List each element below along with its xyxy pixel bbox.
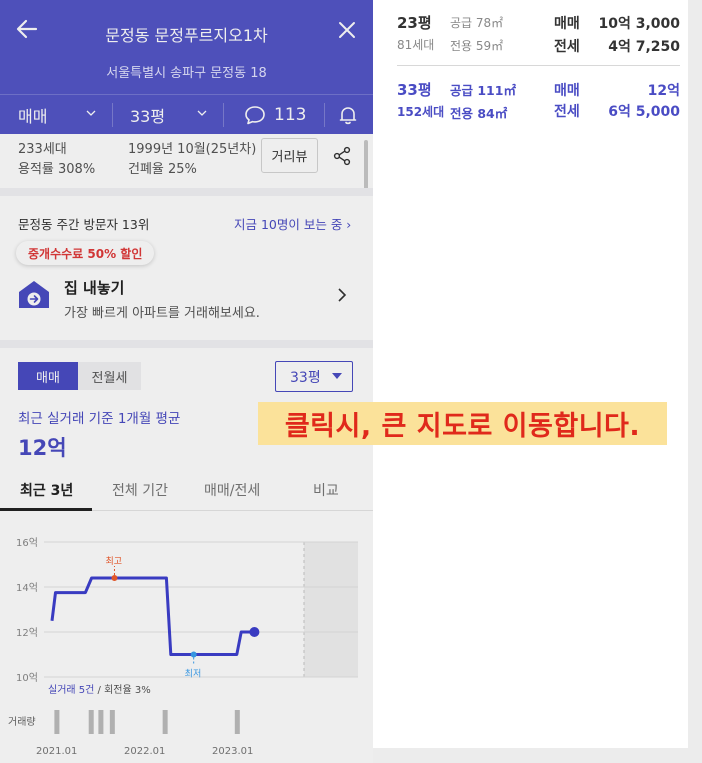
high-label: 최고 [105,556,122,567]
high-point [111,575,118,581]
supply-area: 공급 111㎡ [450,83,516,98]
size-dropdown[interactable]: 33평 [113,95,223,135]
complex-address: 서울특별시 송파구 문정동 18 [106,66,267,81]
pyeong-label: 33평 [397,81,432,99]
y-tick-label: 16억 [16,537,38,549]
x-tick-label: 2023.01 [212,746,253,757]
caret-down-icon [332,373,342,379]
building-coverage-ratio: 건폐율 25% [128,162,197,177]
size-row-selected[interactable]: 33평 152세대 공급 111㎡ 전용 84㎡ 매매 12억 전세 6억 5,… [373,74,688,124]
tab-rent[interactable]: 전월세 [78,362,141,390]
built-year: 1999년 10월(25년차) [128,142,257,157]
divider [324,103,325,127]
back-arrow-icon[interactable] [14,16,40,42]
row-divider [397,65,680,66]
volume-bar [162,710,168,734]
tab-all-period[interactable]: 전체 기간 [112,480,168,500]
household-label: 81세대 [397,38,435,52]
y-tick-label: 12억 [16,627,38,639]
comments-button[interactable]: 113 [224,95,324,135]
speech-bubble-icon [245,106,265,125]
street-view-button[interactable]: 거리뷰 [261,138,318,173]
trade-price: 10억 3,000 [598,16,680,32]
trade-label: 매매 [554,83,580,99]
average-price-value: 12억 [18,436,67,460]
list-property-title: 집 내놓기 [64,279,125,297]
bell-icon[interactable] [337,104,359,126]
house-icon [19,281,49,308]
low-point [190,651,197,658]
jeonse-price: 4억 7,250 [608,39,680,55]
household-label: 152세대 [397,105,445,119]
size-select-value: 33평 [290,369,321,386]
tab-compare[interactable]: 비교 [313,480,339,500]
size-row[interactable]: 23평 81세대 공급 78㎡ 전용 59㎡ 매매 10억 3,000 전세 4… [373,8,688,58]
low-label: 최저 [185,669,202,680]
pyeong-label: 23평 [397,14,432,32]
comment-count: 113 [274,105,307,125]
active-tab-indicator [0,508,92,511]
filter-bar: 매매 33평 113 [0,94,373,134]
trade-type-dropdown[interactable]: 매매 [0,95,112,135]
section-divider [0,340,373,348]
volume-bar [234,710,240,734]
trade-type-label: 매매 [18,107,48,126]
latest-point [249,627,260,637]
volume-bar [88,710,94,734]
fee-discount-badge: 중개수수료 50% 할인 [16,241,155,265]
exclusive-area: 전용 59㎡ [450,39,504,53]
size-select[interactable]: 33평 [275,361,353,392]
now-viewing-link[interactable]: 지금 10명이 보는 중 › [234,214,351,233]
complex-title: 문정동 문정푸르지오1차 [105,26,268,45]
weekly-visitor-rank: 문정동 주간 방문자 13위 [18,217,150,232]
turnover-rate: / 회전율 3% [94,684,150,696]
household-count: 233세대 [18,142,67,157]
price-chart[interactable]: 16억 14억 12억 10억 최고최저실거래 5건 / 회전율 3% 거래량 2021.0… [0,530,373,763]
section-divider [0,188,373,196]
volume-bar [109,710,115,734]
trade-price: 12억 [647,83,680,99]
average-price-label: 최근 실거래 기준 1개월 평균 [18,411,181,427]
chevron-right-icon [338,288,347,302]
y-tick-label: 10억 [16,672,38,684]
chevron-down-icon [86,110,96,116]
future-zone [304,542,358,677]
volume-bar [98,710,104,734]
y-tick-label: 14억 [16,582,38,594]
price-line [50,576,255,656]
list-property-subtitle: 가장 빠르게 아파트를 거래해보세요. [64,306,260,321]
tab-recent-3y[interactable]: 최근 3년 [20,480,73,500]
tab-sale-jeonse[interactable]: 매매/전세 [204,480,260,500]
size-price-panel: 23평 81세대 공급 78㎡ 전용 59㎡ 매매 10억 3,000 전세 4… [373,0,688,748]
volume-label: 거래량 [8,716,36,728]
close-icon[interactable] [337,20,357,40]
jeonse-label: 전세 [554,39,580,55]
trade-label: 매매 [554,16,580,32]
trade-count: 실거래 5건 [48,684,94,696]
volume-bar [54,710,60,734]
complex-detail-panel: 문정동 문정푸르지오1차 서울특별시 송파구 문정동 18 매매 33평 113 [0,0,373,763]
tab-sale[interactable]: 매매 [18,362,78,390]
x-tick-label: 2022.01 [124,746,165,757]
map-hint-callout[interactable]: 클릭시, 큰 지도로 이동합니다. [258,402,667,445]
x-tick-label: 2021.01 [36,746,77,757]
chevron-down-icon [197,110,207,116]
exclusive-area: 전용 84㎡ [450,106,508,121]
period-tabs: 최근 3년 전체 기간 매매/전세 비교 [0,466,373,511]
complex-header: 문정동 문정푸르지오1차 서울특별시 송파구 문정동 18 매매 33평 113 [0,0,373,134]
floor-area-ratio: 용적률 308% [18,162,96,177]
trade-summary: 실거래 5건 / 회전율 3% [48,684,151,696]
jeonse-label: 전세 [554,104,580,120]
share-icon[interactable] [332,146,352,166]
supply-area: 공급 78㎡ [450,16,504,30]
size-label: 33평 [130,107,166,126]
jeonse-price: 6억 5,000 [608,104,680,120]
